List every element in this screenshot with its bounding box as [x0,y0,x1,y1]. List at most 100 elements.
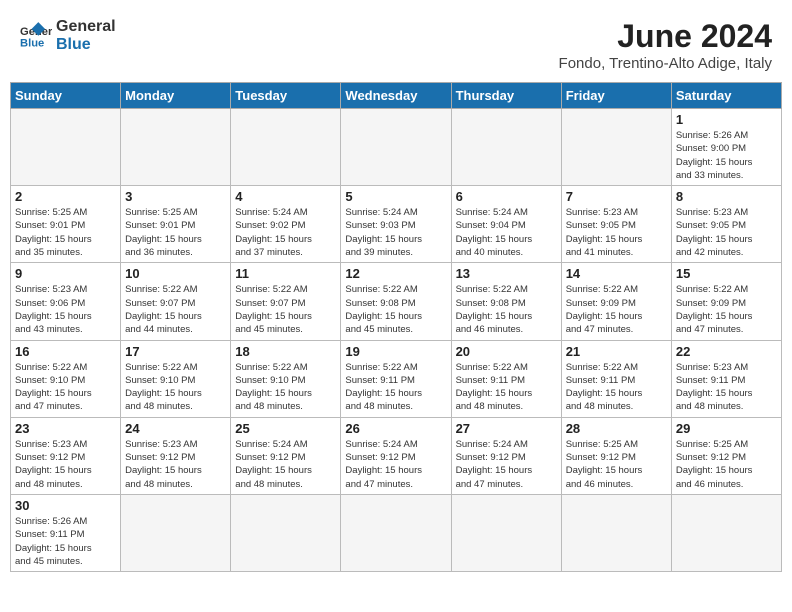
day-info: Sunrise: 5:24 AM Sunset: 9:02 PM Dayligh… [235,206,336,259]
calendar-cell: 23 Sunrise: 5:23 AM Sunset: 9:12 PM Dayli… [11,417,121,494]
weekday-header-wednesday: Wednesday [341,83,451,109]
day-number: 30 [15,498,116,513]
calendar-cell: 24 Sunrise: 5:23 AM Sunset: 9:12 PM Dayli… [121,417,231,494]
logo-blue-text: Blue [56,36,116,54]
calendar-cell: 6 Sunrise: 5:24 AM Sunset: 9:04 PM Daylig… [451,186,561,263]
day-number: 23 [15,421,116,436]
calendar-cell [561,109,671,186]
day-info: Sunrise: 5:25 AM Sunset: 9:01 PM Dayligh… [125,206,226,259]
day-number: 5 [345,189,446,204]
calendar-cell: 19Sunrise: 5:22 AM Sunset: 9:11 PM Dayli… [341,340,451,417]
day-number: 12 [345,266,446,281]
title-area: June 2024 Fondo, Trentino-Alto Adige, It… [559,18,772,72]
day-info: Sunrise: 5:26 AM Sunset: 9:11 PM Dayligh… [15,515,116,568]
day-number: 13 [456,266,557,281]
calendar-week-row: 16 Sunrise: 5:22 AM Sunset: 9:10 PM Dayli… [11,340,782,417]
calendar-cell [451,109,561,186]
day-info: Sunrise: 5:23 AM Sunset: 9:12 PM Dayligh… [15,438,116,491]
day-info: Sunrise: 5:22 AM Sunset: 9:08 PM Dayligh… [456,283,557,336]
weekday-header-row: SundayMondayTuesdayWednesdayThursdayFrid… [11,83,782,109]
calendar-cell [121,494,231,571]
day-info: Sunrise: 5:23 AM Sunset: 9:12 PM Dayligh… [125,438,226,491]
day-number: 27 [456,421,557,436]
calendar-week-row: 30 Sunrise: 5:26 AM Sunset: 9:11 PM Dayli… [11,494,782,571]
weekday-header-sunday: Sunday [11,83,121,109]
calendar-cell: 20 Sunrise: 5:22 AM Sunset: 9:11 PM Dayli… [451,340,561,417]
calendar-cell [121,109,231,186]
calendar-cell: 4 Sunrise: 5:24 AM Sunset: 9:02 PM Daylig… [231,186,341,263]
day-number: 28 [566,421,667,436]
calendar-cell: 12 Sunrise: 5:22 AM Sunset: 9:08 PM Dayli… [341,263,451,340]
calendar-week-row: 1Sunrise: 5:26 AM Sunset: 9:00 PM Daylig… [11,109,782,186]
calendar-cell: 1Sunrise: 5:26 AM Sunset: 9:00 PM Daylig… [671,109,781,186]
calendar-cell: 2 Sunrise: 5:25 AM Sunset: 9:01 PM Daylig… [11,186,121,263]
calendar-cell: 7Sunrise: 5:23 AM Sunset: 9:05 PM Daylig… [561,186,671,263]
calendar-cell: 26Sunrise: 5:24 AM Sunset: 9:12 PM Dayli… [341,417,451,494]
calendar-week-row: 9Sunrise: 5:23 AM Sunset: 9:06 PM Daylig… [11,263,782,340]
day-info: Sunrise: 5:22 AM Sunset: 9:07 PM Dayligh… [235,283,336,336]
day-number: 2 [15,189,116,204]
weekday-header-friday: Friday [561,83,671,109]
day-number: 4 [235,189,336,204]
day-number: 21 [566,344,667,359]
day-info: Sunrise: 5:24 AM Sunset: 9:12 PM Dayligh… [345,438,446,491]
day-info: Sunrise: 5:23 AM Sunset: 9:06 PM Dayligh… [15,283,116,336]
day-info: Sunrise: 5:22 AM Sunset: 9:11 PM Dayligh… [345,361,446,414]
header: General Blue General Blue June 2024 Fond… [10,10,782,78]
day-info: Sunrise: 5:25 AM Sunset: 9:12 PM Dayligh… [676,438,777,491]
calendar-cell: 25Sunrise: 5:24 AM Sunset: 9:12 PM Dayli… [231,417,341,494]
calendar-cell [11,109,121,186]
calendar-cell: 28Sunrise: 5:25 AM Sunset: 9:12 PM Dayli… [561,417,671,494]
day-number: 16 [15,344,116,359]
calendar-cell: 8Sunrise: 5:23 AM Sunset: 9:05 PM Daylig… [671,186,781,263]
calendar-cell: 16 Sunrise: 5:22 AM Sunset: 9:10 PM Dayli… [11,340,121,417]
day-number: 24 [125,421,226,436]
day-number: 15 [676,266,777,281]
day-info: Sunrise: 5:22 AM Sunset: 9:07 PM Dayligh… [125,283,226,336]
day-info: Sunrise: 5:22 AM Sunset: 9:10 PM Dayligh… [15,361,116,414]
day-info: Sunrise: 5:22 AM Sunset: 9:09 PM Dayligh… [676,283,777,336]
calendar-cell: 29Sunrise: 5:25 AM Sunset: 9:12 PM Dayli… [671,417,781,494]
calendar-week-row: 23 Sunrise: 5:23 AM Sunset: 9:12 PM Dayli… [11,417,782,494]
svg-text:Blue: Blue [20,37,44,49]
day-info: Sunrise: 5:24 AM Sunset: 9:12 PM Dayligh… [456,438,557,491]
calendar-cell [561,494,671,571]
calendar-week-row: 2 Sunrise: 5:25 AM Sunset: 9:01 PM Daylig… [11,186,782,263]
calendar-cell: 13 Sunrise: 5:22 AM Sunset: 9:08 PM Dayli… [451,263,561,340]
day-info: Sunrise: 5:23 AM Sunset: 9:11 PM Dayligh… [676,361,777,414]
calendar-cell: 22 Sunrise: 5:23 AM Sunset: 9:11 PM Dayli… [671,340,781,417]
day-info: Sunrise: 5:22 AM Sunset: 9:10 PM Dayligh… [235,361,336,414]
calendar-cell [451,494,561,571]
day-info: Sunrise: 5:22 AM Sunset: 9:09 PM Dayligh… [566,283,667,336]
calendar-cell [341,109,451,186]
day-number: 22 [676,344,777,359]
calendar-cell: 10 Sunrise: 5:22 AM Sunset: 9:07 PM Dayli… [121,263,231,340]
calendar-cell: 14Sunrise: 5:22 AM Sunset: 9:09 PM Dayli… [561,263,671,340]
weekday-header-saturday: Saturday [671,83,781,109]
day-info: Sunrise: 5:25 AM Sunset: 9:01 PM Dayligh… [15,206,116,259]
day-info: Sunrise: 5:22 AM Sunset: 9:10 PM Dayligh… [125,361,226,414]
day-info: Sunrise: 5:24 AM Sunset: 9:04 PM Dayligh… [456,206,557,259]
day-info: Sunrise: 5:22 AM Sunset: 9:08 PM Dayligh… [345,283,446,336]
calendar-cell: 17 Sunrise: 5:22 AM Sunset: 9:10 PM Dayli… [121,340,231,417]
logo: General Blue General Blue [20,18,116,53]
day-number: 18 [235,344,336,359]
day-info: Sunrise: 5:24 AM Sunset: 9:12 PM Dayligh… [235,438,336,491]
day-number: 10 [125,266,226,281]
calendar-cell: 5Sunrise: 5:24 AM Sunset: 9:03 PM Daylig… [341,186,451,263]
generalblue-logo-icon: General Blue [20,22,52,50]
weekday-header-tuesday: Tuesday [231,83,341,109]
day-number: 20 [456,344,557,359]
day-number: 17 [125,344,226,359]
day-number: 3 [125,189,226,204]
calendar-table: SundayMondayTuesdayWednesdayThursdayFrid… [10,82,782,572]
day-number: 6 [456,189,557,204]
day-info: Sunrise: 5:22 AM Sunset: 9:11 PM Dayligh… [456,361,557,414]
calendar-cell: 11Sunrise: 5:22 AM Sunset: 9:07 PM Dayli… [231,263,341,340]
day-info: Sunrise: 5:23 AM Sunset: 9:05 PM Dayligh… [566,206,667,259]
calendar-cell [341,494,451,571]
calendar-cell: 15 Sunrise: 5:22 AM Sunset: 9:09 PM Dayli… [671,263,781,340]
day-number: 1 [676,112,777,127]
day-info: Sunrise: 5:23 AM Sunset: 9:05 PM Dayligh… [676,206,777,259]
calendar-cell: 27 Sunrise: 5:24 AM Sunset: 9:12 PM Dayli… [451,417,561,494]
